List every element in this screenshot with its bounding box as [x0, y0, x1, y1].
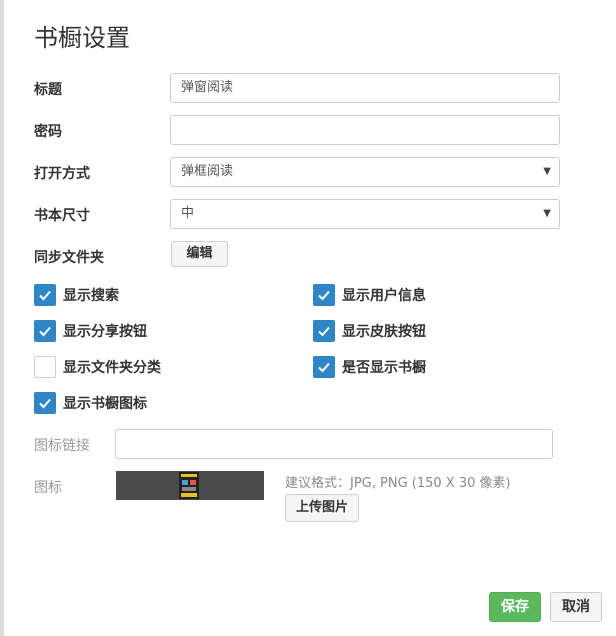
password-label: 密码	[34, 124, 62, 140]
icon-label: 图标	[34, 480, 62, 496]
option-show-skin-button[interactable]: 显示皮肤按钮	[313, 320, 426, 342]
cancel-button[interactable]: 取消	[550, 592, 602, 622]
password-input[interactable]	[170, 115, 560, 145]
option-label: 显示文件夹分类	[63, 360, 161, 376]
title-input[interactable]: 弹窗阅读	[170, 73, 560, 103]
sync-folder-label: 同步文件夹	[34, 250, 104, 266]
checkbox-checked-icon[interactable]	[313, 320, 335, 342]
upload-format-hint: 建议格式：JPG, PNG (150 X 30 像素)	[285, 476, 511, 491]
option-show-share-button[interactable]: 显示分享按钮	[34, 320, 147, 342]
option-show-folder-category[interactable]: 显示文件夹分类	[34, 356, 161, 378]
option-label: 显示书橱图标	[63, 396, 147, 412]
checkbox-checked-icon[interactable]	[34, 392, 56, 414]
upload-image-button[interactable]: 上传图片	[285, 494, 359, 522]
checkbox-checked-icon[interactable]	[313, 284, 335, 306]
option-show-search[interactable]: 显示搜索	[34, 284, 119, 306]
book-size-select[interactable]: 中 ▼	[170, 199, 560, 229]
open-mode-label: 打开方式	[34, 166, 90, 182]
option-label: 显示搜索	[63, 288, 119, 304]
option-label: 显示分享按钮	[63, 324, 147, 340]
checkbox-checked-icon[interactable]	[34, 284, 56, 306]
dropdown-arrow-icon: ▼	[543, 166, 551, 177]
option-label: 显示用户信息	[342, 288, 426, 304]
dialog-title: 书橱设置	[34, 24, 130, 52]
option-show-bookcase[interactable]: 是否显示书橱	[313, 356, 426, 378]
icon-preview-image	[116, 471, 264, 500]
bookcase-thumbnail-icon	[116, 471, 264, 500]
title-label: 标题	[34, 82, 62, 98]
option-show-bookcase-icon[interactable]: 显示书橱图标	[34, 392, 147, 414]
checkbox-unchecked[interactable]	[34, 356, 56, 378]
option-label: 是否显示书橱	[342, 360, 426, 376]
window-edge	[0, 0, 4, 636]
save-button[interactable]: 保存	[489, 592, 541, 622]
option-show-user-info[interactable]: 显示用户信息	[313, 284, 426, 306]
icon-link-label: 图标链接	[34, 438, 90, 454]
open-mode-select[interactable]: 弹框阅读 ▼	[170, 157, 560, 187]
icon-link-input[interactable]	[115, 429, 553, 459]
open-mode-value: 弹框阅读	[181, 164, 234, 179]
checkbox-checked-icon[interactable]	[34, 320, 56, 342]
dropdown-arrow-icon: ▼	[543, 208, 551, 219]
option-label: 显示皮肤按钮	[342, 324, 426, 340]
checkbox-checked-icon[interactable]	[313, 356, 335, 378]
book-size-value: 中	[181, 206, 195, 221]
book-size-label: 书本尺寸	[34, 208, 90, 224]
edit-button[interactable]: 编辑	[171, 241, 228, 267]
